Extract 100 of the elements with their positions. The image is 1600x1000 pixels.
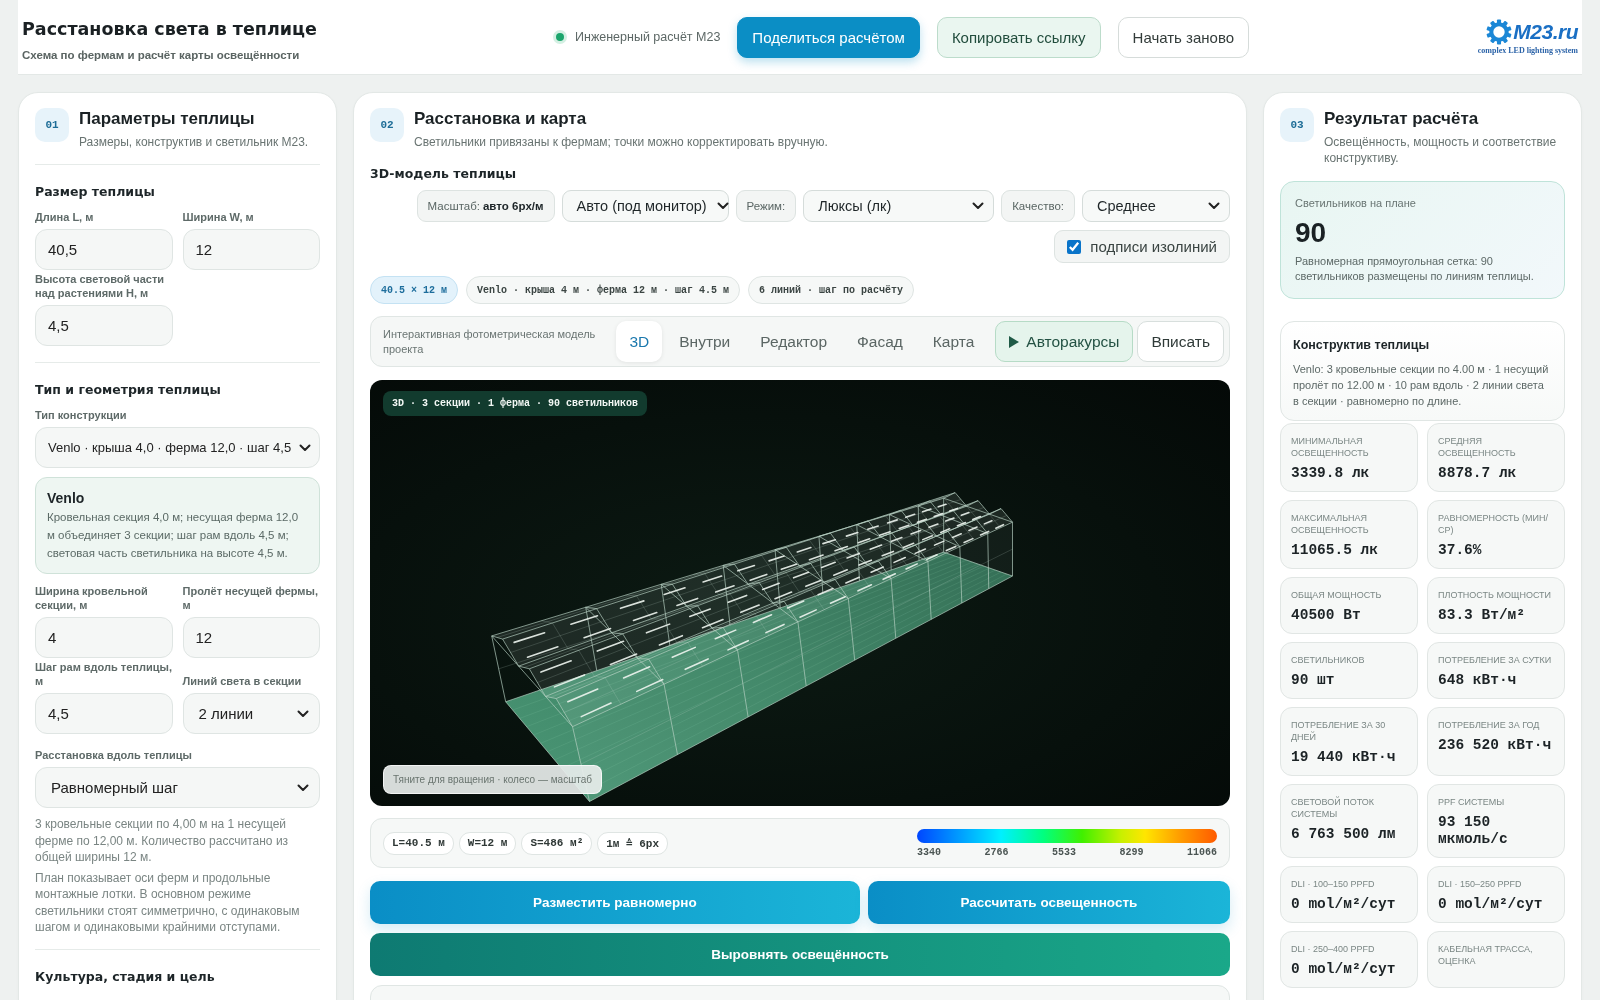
input-field[interactable]: 12: [182, 229, 320, 270]
field-label: Пролёт несущей фермы, м: [182, 584, 319, 612]
panel-title: Параметры теплицы: [79, 108, 256, 129]
fit-view-button[interactable]: Вписать: [1137, 321, 1224, 362]
section-title: Культура, стадия и цель: [35, 968, 216, 985]
metric-label: DLI · 150–250 PPFD: [1438, 878, 1523, 890]
dimension-chip: S=486 м²: [521, 831, 593, 855]
section-title: Размер теплицы: [35, 184, 156, 200]
3d-viewport[interactable]: [370, 380, 1230, 806]
metric-value: 11065.5 лк: [1291, 542, 1379, 559]
metric-label: ПЛОТНОСТЬ МОЩНОСТИ: [1438, 589, 1553, 601]
metric-value: 19 440 кВт·ч: [1291, 749, 1397, 766]
metric-value: 90 шт: [1291, 672, 1336, 689]
option-label: Качество:: [1001, 190, 1075, 222]
metric-value: 8878.7 лк: [1438, 465, 1518, 482]
section-title: Тип и геометрия теплицы: [35, 382, 222, 398]
construction-text: Venlo: 3 кровельные секции по 4.00 м · 1 несущий пролёт по 12.00 м · 10 рам вдоль · 2 линии света в секции · равномерно по длине.: [1293, 362, 1550, 409]
metric-value: 3339.8 лк: [1291, 465, 1371, 482]
view-tab[interactable]: Внутри: [666, 321, 744, 362]
chevron-down-icon: [297, 783, 309, 792]
metric-value: 6 763 500 лм: [1291, 826, 1397, 843]
metric-label: PPF СИСТЕМЫ: [1438, 796, 1506, 808]
restart-button[interactable]: Начать заново: [1117, 16, 1250, 58]
status-dot-icon: [553, 30, 567, 44]
input-field[interactable]: 4,5: [35, 693, 173, 734]
auto-angles-button[interactable]: Авторакурсы: [995, 321, 1134, 362]
status-label: Инженерный расчёт M23: [575, 30, 721, 44]
metric-label: СВЕТОВОЙ ПОТОК СИСТЕМЫ: [1291, 796, 1376, 820]
field-label: Ширина кровельной секции, м: [35, 584, 149, 612]
metric-value: 0 mol/м²/сут: [1438, 896, 1544, 913]
share-button[interactable]: Поделиться расчётом: [737, 16, 920, 58]
summary-text: Равномерная прямоугольная сетка: 90 светильников размещены по линиям теплицы.: [1295, 254, 1535, 284]
chevron-down-icon: [716, 202, 729, 210]
chevron-down-icon: [297, 709, 309, 718]
note-text: 3 кровельные секции по 4,00 м на 1 несущей ферме по 12,00 м. Количество рассчитано из общей ширины 12 м.: [35, 816, 290, 866]
toolbar-caption: Интерактивная фотометрическая модель проекта: [383, 326, 597, 357]
metric-label: МАКСИМАЛЬНАЯ ОСВЕЩЕННОСТЬ: [1291, 512, 1370, 536]
logo-tagline: complex LED lighting system: [1477, 45, 1578, 56]
construction-title: Конструктив теплицы: [1293, 337, 1431, 354]
dimension-chip: L=40.5 м: [383, 831, 454, 855]
info-text: Кровельная секция 4,0 м; несущая ферма 12,0 м объединяет 3 секции; шаг рам вдоль 4,5 м; световая часть светильника на высоте 4,5 м.: [47, 510, 300, 561]
dropdown-select[interactable]: Люксы (лк): [803, 190, 995, 222]
metric-label: РАВНОМЕРНОСТЬ (МИН/СР): [1438, 512, 1549, 536]
metric-value: 0 mol/м²/сут: [1291, 896, 1397, 913]
input-field[interactable]: 40,5: [35, 229, 173, 270]
viewport-info-badge: 3D · 3 секции · 1 ферма · 90 светильников: [383, 391, 648, 416]
checkbox[interactable]: [1067, 239, 1082, 254]
field-label: Линий света в секции: [182, 674, 303, 688]
metric-label: ОБЩАЯ МОЩНОСТЬ: [1291, 589, 1383, 601]
metric-label: КАБЕЛЬНАЯ ТРАССА, ОЦЕНКА: [1438, 943, 1534, 967]
input-field[interactable]: 12: [182, 617, 320, 658]
info-title: Venlo: [47, 490, 86, 506]
metric-label: ПОТРЕБЛЕНИЕ ЗА ГОД: [1438, 719, 1541, 731]
placement-select[interactable]: Равномерный шаг: [35, 767, 320, 808]
scale-label: 11066: [1186, 846, 1217, 858]
input-field[interactable]: 4: [35, 617, 173, 658]
field-label: Шаг рам вдоль теплицы, м: [35, 660, 173, 688]
metric-value: 93 150 мкмоль/с: [1438, 814, 1509, 848]
copy-link-button[interactable]: Копировать ссылку: [936, 16, 1101, 58]
chevron-down-icon: [299, 443, 311, 452]
metric-label: DLI · 100–150 PPFD: [1291, 878, 1376, 890]
info-chip: 6 линий · шаг по расчёту: [748, 276, 915, 304]
metric-label: ПОТРЕБЛЕНИЕ ЗА СУТКИ: [1438, 654, 1553, 666]
summary-label: Светильников на плане: [1295, 196, 1417, 211]
panel-subtitle: Освещённость, мощность и соответствие конструктиву.: [1324, 134, 1558, 166]
step-number-badge: 02: [370, 108, 404, 142]
isoline-labels-toggle[interactable]: подписи изолиний: [1054, 230, 1230, 263]
metric-label: МИНИМАЛЬНАЯ ОСВЕЩЕННОСТЬ: [1291, 435, 1370, 459]
construction-type-select[interactable]: Venlo · крыша 4,0 · ферма 12,0 · шаг 4,5: [35, 427, 320, 468]
info-chip: Venlo · крыша 4 м · ферма 12 м · шаг 4.5 м: [466, 276, 741, 304]
dimension-chip: W=12 м: [458, 831, 517, 855]
view-tab[interactable]: Редактор: [747, 321, 840, 362]
metric-label: ПОТРЕБЛЕНИЕ ЗА 30 ДНЕЙ: [1291, 719, 1387, 743]
view-tab[interactable]: Фасад: [844, 321, 916, 362]
option-label: Масштаб: авто 6px/м: [416, 190, 555, 222]
scale-label: 5533: [1051, 846, 1076, 858]
viewport-hint: Тяните для вращения · колесо — масштаб: [383, 765, 602, 794]
chevron-down-icon: [972, 202, 985, 210]
metric-label: СВЕТИЛЬНИКОВ: [1291, 654, 1366, 666]
panel-subtitle: Светильники привязаны к фермам; точки можно корректировать вручную.: [414, 134, 828, 150]
info-chip: 40.5 × 12 м: [370, 276, 458, 304]
option-label: Режим:: [735, 190, 797, 222]
dropdown-select[interactable]: Среднее: [1082, 190, 1230, 222]
dropdown-select[interactable]: 2 линии: [182, 693, 320, 734]
scale-label: 8299: [1119, 846, 1144, 858]
input-field[interactable]: 4,5: [35, 305, 173, 346]
summary-value: 90: [1295, 217, 1328, 249]
step-number-badge: 01: [35, 108, 69, 142]
section-title: 3D-модель теплицы: [370, 166, 518, 182]
metric-value: 37.6%: [1438, 542, 1483, 559]
metric-value: 648 кВт·ч: [1438, 672, 1518, 689]
metric-value: 236 520 кВт·ч: [1438, 737, 1553, 754]
metric-label: DLI · 250–400 PPFD: [1291, 943, 1376, 955]
logo-wordmark: M23.ru: [1513, 19, 1578, 44]
action-button[interactable]: Выровнять освещённость: [370, 933, 1230, 976]
field-label: Длина L, м: [35, 210, 95, 224]
view-tab[interactable]: 3D: [616, 321, 663, 362]
dropdown-select[interactable]: Авто (под монитор): [561, 190, 729, 222]
view-tab[interactable]: Карта: [919, 321, 988, 362]
metric-value: 0 mol/м²/сут: [1291, 961, 1397, 978]
